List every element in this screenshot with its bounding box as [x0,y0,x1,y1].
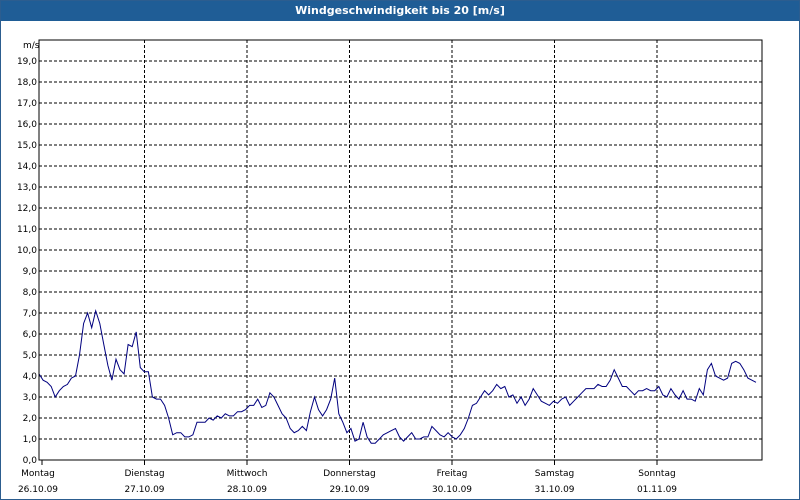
y-tick-label: 13,0 [17,183,37,193]
x-tick-day: Sonntag [638,469,675,479]
x-tick-date: 29.10.09 [329,485,369,495]
y-tick-label: 3,0 [23,393,38,403]
y-tick-label: 2,0 [23,414,38,424]
y-tick-label: 12,0 [17,204,37,214]
y-tick-label: 17,0 [17,99,37,109]
x-tick-day: Donnerstag [323,469,376,479]
y-tick-label: 14,0 [17,162,37,172]
y-tick-label: 11,0 [17,225,37,235]
wind-speed-chart: 0,0 1,0 2,0 3,0 4,0 5,0 6,0 7,0 8,0 9,0 10,0 11,0 12… [17,39,763,495]
y-tick-label: 5,0 [23,351,38,361]
x-tick-day: Mittwoch [227,469,268,479]
y-tick-label: 16,0 [17,120,37,130]
y-tick-label: 15,0 [17,141,37,151]
y-tick-label: 7,0 [23,309,38,319]
y-tick-label: 8,0 [23,288,38,298]
y-tick-label: 10,0 [17,246,37,256]
y-tick-label: 9,0 [23,267,38,277]
x-tick-date: 28.10.09 [227,485,267,495]
x-tick-day: Montag [21,469,55,479]
y-tick-label: 4,0 [23,372,38,382]
y-axis-ticks: 0,0 1,0 2,0 3,0 4,0 5,0 6,0 7,0 8,0 9,0 10,0 11,0 12… [17,57,37,466]
x-tick-date: 01.11.09 [637,485,677,495]
y-tick-label: 19,0 [17,57,37,67]
x-tick-day: Samstag [535,469,574,479]
y-axis-unit: m/s [23,41,40,51]
y-tick-label: 0,0 [23,456,38,466]
y-tick-label: 1,0 [23,435,38,445]
x-tick-date: 30.10.09 [432,485,472,495]
y-tick-label: 18,0 [17,78,37,88]
x-tick-date: 27.10.09 [124,485,164,495]
x-tick-date: 26.10.09 [18,485,58,495]
x-tick-day: Freitag [437,469,468,479]
x-axis-ticks: Montag 26.10.09 Dienstag 27.10.09 Mittwoch 28… [18,460,677,495]
y-tick-label: 6,0 [23,330,38,340]
x-tick-date: 31.10.09 [534,485,574,495]
x-tick-day: Dienstag [124,469,164,479]
